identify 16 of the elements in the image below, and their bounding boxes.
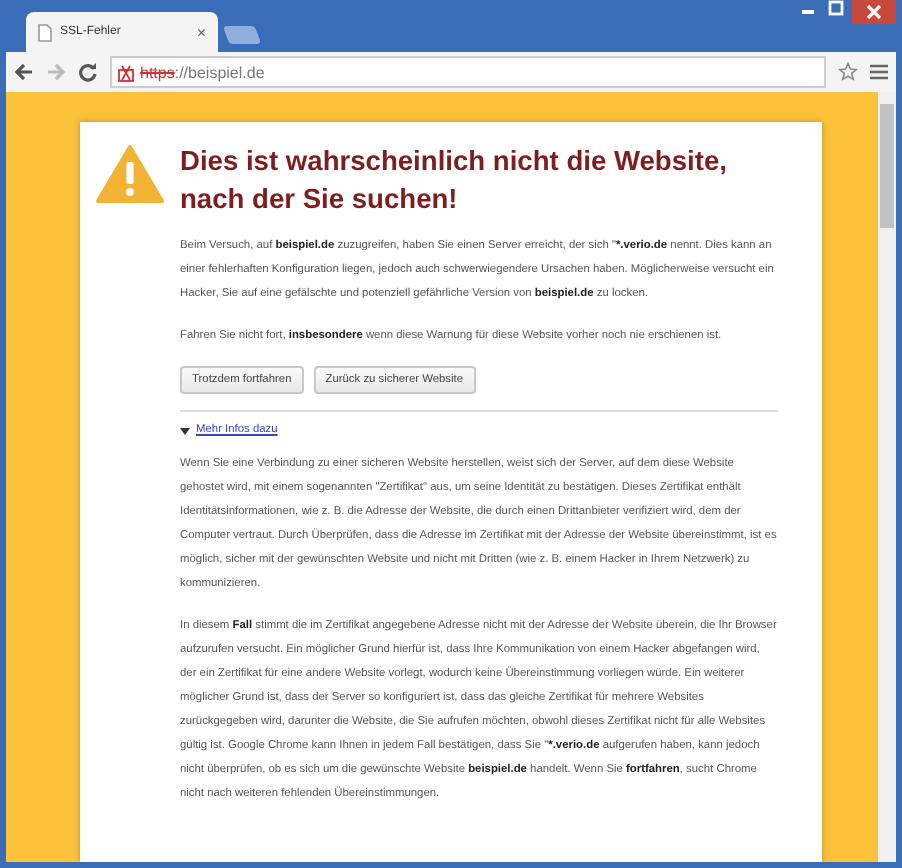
- warning-icon: [96, 144, 164, 204]
- maximize-icon[interactable]: [824, 0, 848, 16]
- back-icon[interactable]: [14, 62, 34, 82]
- menu-icon[interactable]: [870, 64, 888, 80]
- star-icon[interactable]: [838, 62, 858, 82]
- close-icon[interactable]: [852, 0, 896, 24]
- page-icon: [38, 23, 52, 41]
- warning-heading: Dies ist wahrscheinlich nicht die Website, nach der Sie suchen!: [180, 144, 729, 218]
- scrollbar[interactable]: [878, 92, 896, 862]
- expanded-triangle-icon[interactable]: [180, 425, 190, 435]
- close-tab-button[interactable]: ×: [196, 23, 206, 41]
- reload-icon[interactable]: [78, 62, 98, 82]
- address-bar[interactable]: https://beispiel.de: [110, 56, 826, 88]
- broken-lock-icon: [118, 63, 134, 81]
- scrollbar-thumb[interactable]: [880, 104, 894, 228]
- url-text: https://beispiel.de: [140, 63, 265, 81]
